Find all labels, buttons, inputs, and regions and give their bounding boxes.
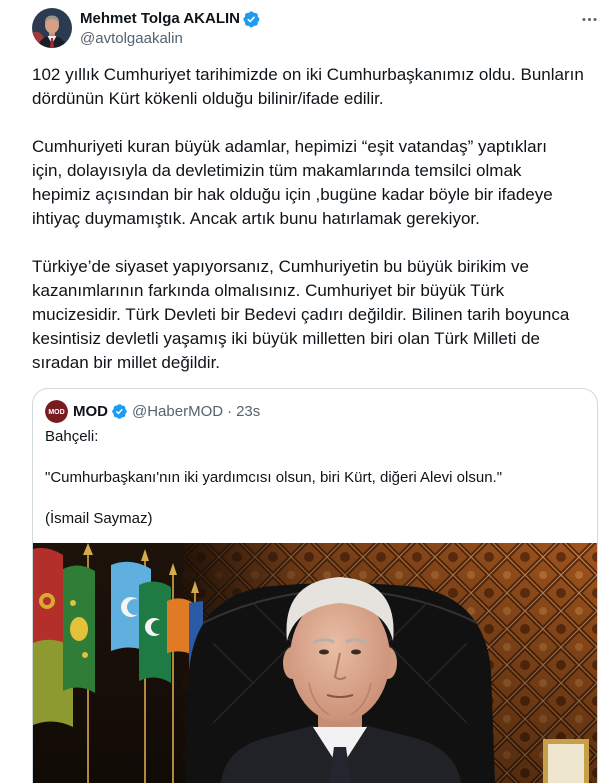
quoted-tweet-text-line: Bahçeli: [45, 428, 99, 445]
quoted-tweet-header: MOD MOD @HaberMOD · 23s [45, 400, 260, 423]
tweet-text-line: dördünün Kürt kökenli olduğu bilinir/ifa… [32, 89, 384, 108]
tweet-header: Mehmet Tolga AKALIN @avtolgaakalin [0, 0, 612, 56]
more-horizontal-icon [581, 17, 597, 21]
tweet-text-line: hepimiz açısından bir hak olduğu için ,b… [32, 185, 553, 204]
tweet-text-line: için, dolayısıyla da devletimizin tüm ma… [32, 161, 522, 180]
tweet-text: 102 yıllık Cumhuriyet tarihimizde on iki… [32, 63, 602, 375]
tweet-text-line: sıradan bir millet değildir. [32, 353, 221, 372]
mod-logo: MOD [45, 400, 68, 423]
tweet-text-line: kesintisiz devletli yaşamış iki büyük mi… [32, 329, 540, 348]
author-handle[interactable]: @avtolgaakalin [80, 29, 183, 49]
author-avatar[interactable] [32, 8, 72, 48]
tweet-text-line: kazanımlarının farkında olmalısınız. Cum… [32, 281, 505, 300]
tweet-text-line: mucizesidir. Türk Devleti bir Bedevi çad… [32, 305, 570, 324]
quoted-tweet-text: Bahçeli: "Cumhurbaşkanı'nın iki yardımcı… [45, 427, 502, 530]
author-avatar-image [32, 8, 72, 48]
quoted-tweet-text-line: (İsmail Saymaz) [45, 510, 153, 527]
tweet-text-line: 102 yıllık Cumhuriyet tarihimizde on iki… [32, 65, 584, 84]
more-options-button[interactable] [577, 7, 601, 31]
quoted-tweet-text-line: "Cumhurbaşkanı'nın iki yardımcısı olsun,… [45, 469, 503, 486]
verified-badge-icon[interactable] [111, 403, 128, 420]
tweet-text-line: Cumhuriyeti kuran büyük adamlar, hepimiz… [32, 137, 547, 156]
author-name-row: Mehmet Tolga AKALIN [80, 9, 261, 29]
quoted-tweet-photo[interactable] [33, 543, 597, 783]
quoted-author-handle[interactable]: @HaberMOD [132, 402, 223, 422]
photo-image [33, 543, 597, 783]
tweet-paragraph: Türkiye’de siyaset yapıyorsanız, Cumhuri… [32, 255, 602, 375]
tweet-paragraph: Cumhuriyeti kuran büyük adamlar, hepimiz… [32, 135, 602, 231]
quoted-author-avatar[interactable]: MOD [45, 400, 68, 423]
tweet-paragraph: 102 yıllık Cumhuriyet tarihimizde on iki… [32, 63, 602, 111]
quoted-author-name[interactable]: MOD [73, 402, 108, 422]
framed-picture [543, 739, 589, 783]
meta-separator: · [227, 402, 233, 420]
tweet-text-line: Türkiye’de siyaset yapıyorsanız, Cumhuri… [32, 257, 529, 276]
verified-badge-icon[interactable] [242, 10, 261, 29]
author-name[interactable]: Mehmet Tolga AKALIN [80, 9, 240, 29]
tweet-text-line: ihtiyaç duymamıştık. Ancak artık bunu ha… [32, 209, 480, 228]
quoted-tweet[interactable]: MOD MOD @HaberMOD · 23s Bahçeli: "Cumhur… [32, 388, 598, 783]
quoted-tweet-timestamp[interactable]: 23s [236, 402, 260, 422]
mod-logo-text: MOD [48, 409, 64, 416]
